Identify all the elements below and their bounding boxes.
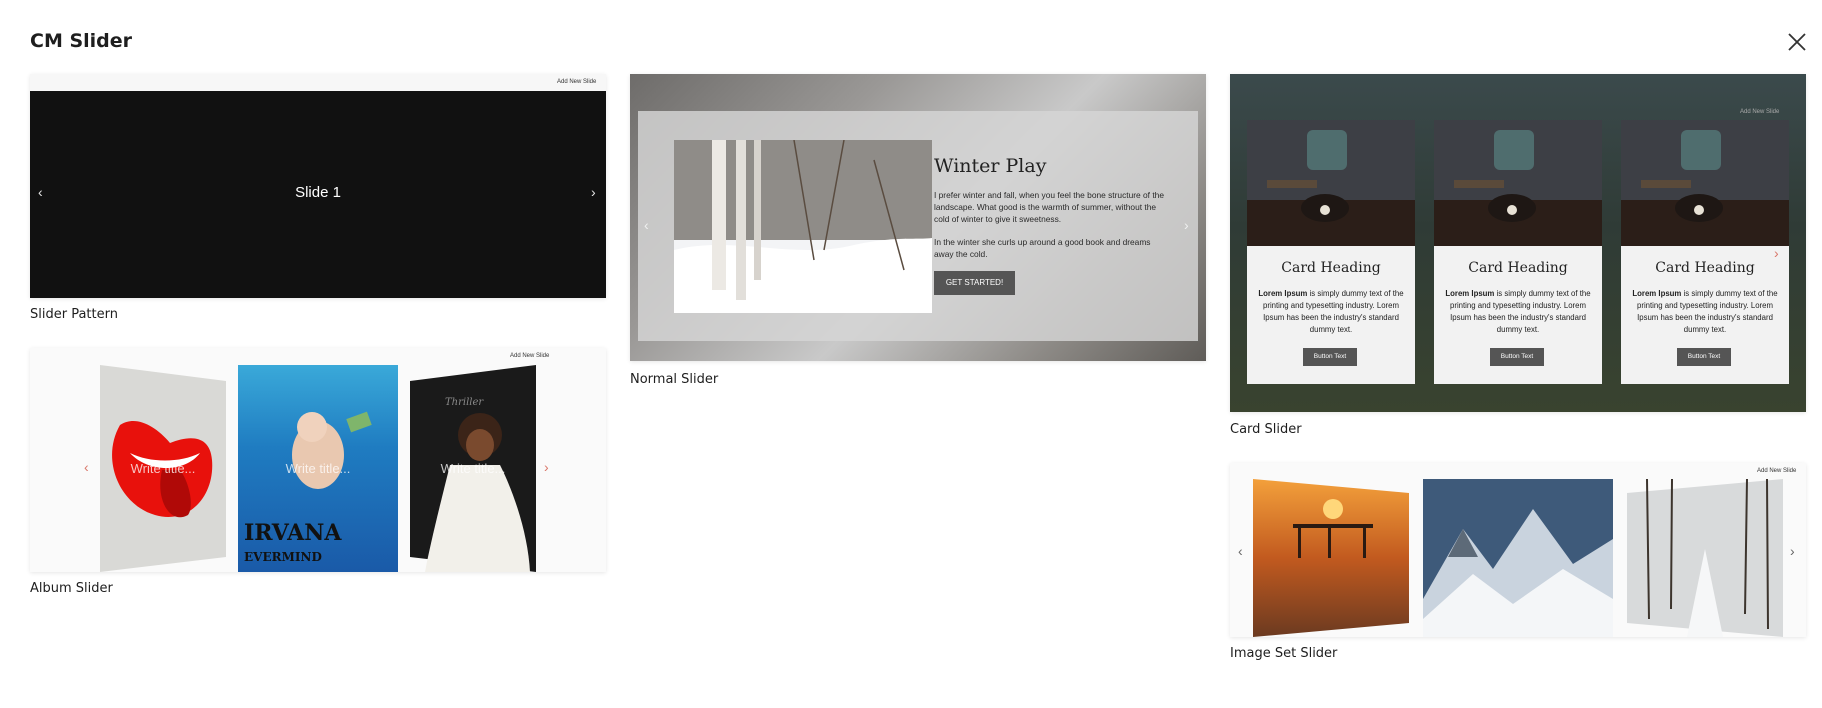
- template-label: Card Slider: [1230, 422, 1302, 437]
- card-text: Lorem Ipsum is simply dummy text of the …: [1258, 289, 1404, 334]
- album-cover-right: Thriller Write title...: [410, 365, 536, 572]
- card-text: Lorem Ipsum is simply dummy text of the …: [1445, 289, 1591, 334]
- chevron-right-icon: ›: [1774, 245, 1779, 261]
- close-button[interactable]: [1785, 30, 1809, 54]
- slide-image-snowy-path: [1627, 479, 1783, 637]
- slide-image-sunset: [1253, 479, 1409, 637]
- close-icon: [1788, 33, 1806, 51]
- template-card-normal-slider[interactable]: ‹ Winter Play I prefer winter and fall, …: [630, 74, 1206, 394]
- album-title-placeholder: Write title...: [285, 461, 351, 476]
- chevron-left-icon: ‹: [644, 217, 649, 233]
- card-heading: Card Heading: [1468, 260, 1568, 276]
- card-item: Card Heading Lorem Ipsum is simply dummy…: [1247, 120, 1415, 384]
- card-button: Button Text: [1490, 348, 1544, 366]
- card-heading: Card Heading: [1281, 260, 1381, 276]
- chevron-left-icon: ‹: [1238, 543, 1243, 559]
- template-preview: Add New Slide ‹ Write title... IRVANA EV…: [30, 348, 606, 572]
- svg-text:Thriller: Thriller: [445, 397, 484, 408]
- template-preview: Add New Slide ‹ Slide 1 ›: [30, 74, 606, 298]
- chevron-right-icon: ›: [544, 459, 549, 475]
- template-card-card-slider[interactable]: Add New Slide ‹ Card Heading Lorem Ipsum…: [1230, 74, 1806, 444]
- template-card-album-slider[interactable]: Add New Slide ‹ Write title... IRVANA EV…: [30, 348, 606, 598]
- card-image: [1434, 120, 1602, 246]
- template-label: Image Set Slider: [1230, 646, 1338, 661]
- album-cover-left: Write title...: [100, 365, 226, 572]
- card-heading: Card Heading: [1655, 260, 1755, 276]
- slide-image-mountains: [1423, 479, 1613, 637]
- card-button: Button Text: [1677, 348, 1731, 366]
- add-new-slide-label: Add New Slide: [1757, 468, 1797, 474]
- slide-cta-button: GET STARTED!: [934, 271, 1015, 295]
- slide-paragraph: In the winter she curls up around a good…: [934, 237, 1151, 259]
- chevron-left-icon: ‹: [84, 459, 89, 475]
- slide-area: ‹ Slide 1 ›: [30, 91, 606, 298]
- card-button: Button Text: [1303, 348, 1357, 366]
- template-card-image-set-slider[interactable]: Add New Slide ‹ › Image Set Slider: [1230, 463, 1806, 663]
- template-label: Album Slider: [30, 581, 113, 596]
- slide-paragraph: I prefer winter and fall, when you feel …: [934, 190, 1164, 224]
- chevron-right-icon: ›: [1184, 217, 1189, 233]
- slide-image: [674, 140, 932, 313]
- slide-heading: Winter Play: [934, 155, 1047, 177]
- add-new-slide-label: Add New Slide: [1740, 109, 1780, 115]
- card-image: [1247, 120, 1415, 246]
- card-image: [1621, 120, 1789, 246]
- template-preview: ‹ Winter Play I prefer winter and fall, …: [630, 74, 1206, 361]
- card-text: Lorem Ipsum is simply dummy text of the …: [1632, 289, 1778, 334]
- album-title-placeholder: Write title...: [440, 461, 506, 476]
- slide-text: Slide 1: [295, 184, 341, 201]
- album-cover-center: IRVANA EVERMIND Write title...: [238, 365, 398, 572]
- template-card-slider-pattern[interactable]: Add New Slide ‹ Slide 1 › Slider Pattern: [30, 74, 606, 324]
- template-label: Slider Pattern: [30, 307, 118, 322]
- modal-title: CM Slider: [30, 30, 133, 52]
- album-title-placeholder: Write title...: [130, 461, 196, 476]
- template-preview: Add New Slide ‹ ›: [1230, 463, 1806, 637]
- template-preview: Add New Slide ‹ Card Heading Lorem Ipsum…: [1230, 74, 1806, 412]
- card-item: Card Heading Lorem Ipsum is simply dummy…: [1621, 120, 1789, 384]
- template-label: Normal Slider: [630, 372, 719, 387]
- svg-text:EVERMIND: EVERMIND: [244, 550, 322, 564]
- slide-content-box: ‹ Winter Play I prefer winter and fall, …: [638, 111, 1198, 341]
- card-item: Card Heading Lorem Ipsum is simply dummy…: [1434, 120, 1602, 384]
- svg-text:IRVANA: IRVANA: [244, 520, 342, 546]
- chevron-right-icon: ›: [1790, 543, 1795, 559]
- add-new-slide-label: Add New Slide: [557, 79, 597, 85]
- add-new-slide-label: Add New Slide: [510, 353, 550, 359]
- chevron-right-icon: ›: [591, 184, 596, 200]
